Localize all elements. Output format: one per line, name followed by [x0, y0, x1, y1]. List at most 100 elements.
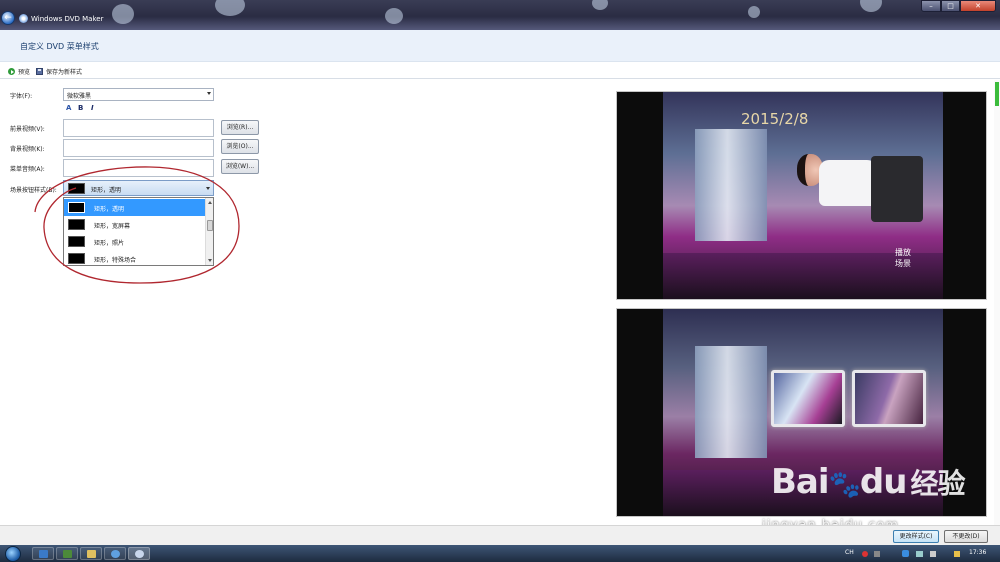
background-blob [112, 4, 134, 24]
cancel-button[interactable]: 不更改(D) [944, 530, 988, 543]
tray-app-icon[interactable] [874, 551, 880, 557]
paw-icon: 🐾 [828, 470, 861, 500]
taskbar-app-icon[interactable] [56, 547, 78, 560]
play-scene-label[interactable]: 播放 场景 [895, 247, 911, 269]
scrollbar-thumb[interactable] [207, 220, 213, 231]
taskbar-app-icon[interactable] [32, 547, 54, 560]
scene-thumbnails [771, 370, 926, 427]
minimize-icon[interactable]: – [921, 0, 941, 12]
shield-icon[interactable] [902, 550, 909, 557]
stage-column [695, 346, 767, 459]
save-style-button[interactable]: 保存为新样式 [36, 67, 82, 76]
taskbar-app-icon[interactable] [104, 547, 126, 560]
performer-shirt [819, 160, 879, 207]
save-style-label: 保存为新样式 [46, 69, 83, 76]
window-controls: – □ ✕ [921, 0, 996, 12]
watermark-text: 经验 [910, 467, 965, 500]
tray-app-icon[interactable] [862, 551, 868, 557]
input-language-indicator[interactable]: CH [845, 549, 854, 556]
folder-icon[interactable] [80, 547, 102, 560]
preview-button[interactable]: 预览 [8, 67, 30, 76]
app-title: Windows DVD Maker [31, 15, 104, 23]
change-style-button[interactable]: 更改样式(C) [893, 530, 939, 543]
play-icon [8, 68, 15, 75]
scene-style-dropdown: 矩形，透明 矩形，宽屏幕 矩形，照片 矩形，特殊场合 [63, 197, 214, 266]
background-blob [748, 6, 760, 18]
menu-date-text: 2015/2/8 [741, 110, 809, 128]
font-select-value: 微软雅黑 [67, 93, 92, 100]
notification-icon[interactable] [954, 551, 960, 557]
scene-style-select[interactable]: 矩形，透明 [63, 180, 214, 196]
window-titlebar: ← Windows DVD Maker – □ ✕ [0, 0, 1000, 30]
watermark-text: Bai [771, 462, 830, 502]
scene-label-line: 播放 [895, 248, 911, 257]
dvd-maker-app-icon [19, 14, 28, 23]
foreground-video-label: 前景视频(V): [10, 126, 45, 133]
background-blob [860, 0, 882, 12]
dropdown-scrollbar[interactable] [205, 198, 213, 265]
volume-icon[interactable] [930, 551, 936, 557]
preview-scene: 2015/2/8 播放 场景 [663, 92, 943, 299]
chevron-down-icon [206, 187, 210, 190]
browse-background-button[interactable]: 浏览(O)... [221, 139, 259, 154]
dropdown-option-label: 矩形，宽屏幕 [94, 223, 131, 230]
page-title: 自定义 DVD 菜单样式 [20, 42, 99, 51]
dropdown-option-label: 矩形，特殊场合 [94, 257, 137, 264]
scene-button[interactable] [771, 370, 845, 427]
dropdown-option[interactable]: 矩形，特殊场合 [64, 250, 206, 265]
windows-start-icon[interactable] [5, 546, 21, 562]
style-thumbnail [68, 219, 85, 230]
background-blob [592, 0, 608, 10]
style-thumbnail [68, 253, 85, 264]
font-select[interactable]: 微软雅黑 [63, 88, 214, 101]
dropdown-option[interactable]: 矩形，透明 [64, 199, 206, 216]
italic-button[interactable]: I [91, 104, 94, 112]
close-icon[interactable]: ✕ [960, 0, 996, 12]
style-thumbnail [68, 202, 85, 213]
menu-audio-label: 菜单音频(A): [10, 166, 45, 173]
maximize-icon[interactable]: □ [941, 0, 960, 12]
dialog-footer: 更改样式(C) 不更改(D) [0, 525, 1000, 545]
scrollbar-thumb[interactable] [995, 82, 999, 106]
clock[interactable]: 17:36 [969, 549, 986, 556]
baidu-watermark-logo: Bai🐾du 经验 [771, 462, 965, 502]
browse-audio-button[interactable]: 浏览(W)... [221, 159, 259, 174]
scene-style-label: 场景按钮样式(B): [10, 187, 57, 194]
menu-preview-main: 2015/2/8 播放 场景 [616, 91, 987, 300]
chevron-down-icon [207, 92, 211, 95]
taskbar-dvd-maker-icon[interactable] [128, 547, 150, 560]
foreground-video-input[interactable] [63, 119, 214, 137]
toolbar: 预览 保存为新样式 [0, 63, 1000, 79]
browse-foreground-button[interactable]: 浏览(R)... [221, 120, 259, 135]
style-thumbnail [68, 183, 85, 194]
back-arrow-icon[interactable]: ← [1, 11, 15, 25]
scroll-up-icon[interactable] [208, 201, 212, 204]
scroll-down-icon[interactable] [208, 259, 212, 262]
scene-label-line: 场景 [895, 259, 911, 268]
windows-taskbar: CH 17:36 [0, 545, 1000, 562]
dropdown-option-label: 矩形，透明 [94, 206, 125, 213]
network-icon[interactable] [916, 551, 923, 557]
background-video-input[interactable] [63, 139, 214, 157]
background-blob [385, 8, 403, 24]
page-header: 自定义 DVD 菜单样式 [0, 30, 1000, 62]
preview-label: 预览 [18, 69, 31, 76]
scene-style-value: 矩形，透明 [91, 187, 122, 194]
watermark-text: du [859, 462, 908, 502]
menu-audio-input[interactable] [63, 159, 214, 177]
scene-thumbnail-image [855, 373, 923, 424]
font-color-button[interactable]: A [66, 104, 71, 112]
background-blob [215, 0, 245, 16]
dropdown-option-label: 矩形，照片 [94, 240, 125, 247]
stage-column [695, 129, 767, 242]
bold-button[interactable]: B [78, 104, 83, 112]
performer-photo [793, 154, 923, 282]
style-thumbnail [68, 236, 85, 247]
page-scrollbar[interactable] [994, 80, 1000, 525]
dropdown-option[interactable]: 矩形，照片 [64, 233, 206, 250]
save-disk-icon [36, 68, 43, 75]
font-label: 字体(F): [10, 93, 33, 100]
dropdown-option[interactable]: 矩形，宽屏幕 [64, 216, 206, 233]
scene-thumbnail-image [774, 373, 842, 424]
scene-button[interactable] [852, 370, 926, 427]
